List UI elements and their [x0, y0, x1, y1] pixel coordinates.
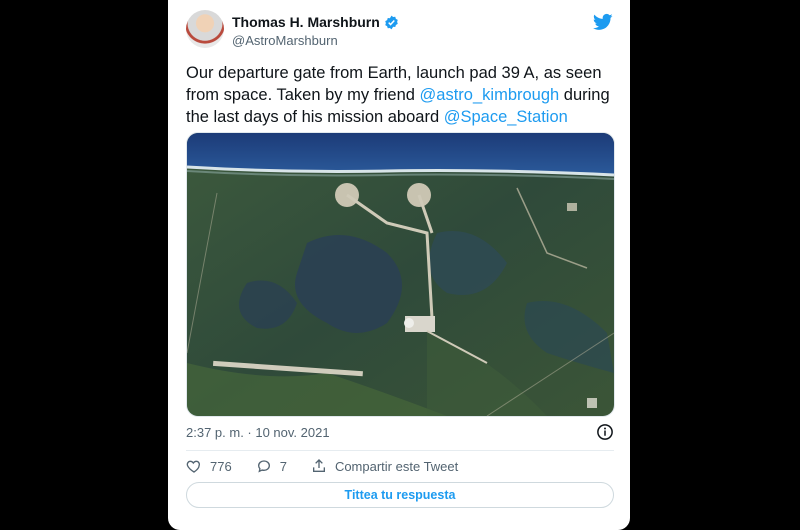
reply-count: 7: [279, 458, 287, 474]
reply-cta-button[interactable]: Tittea tu respuesta: [186, 482, 614, 508]
verified-badge-icon: [385, 15, 398, 29]
info-icon[interactable]: [596, 423, 614, 441]
tweet-photo[interactable]: [186, 132, 615, 417]
divider: [186, 450, 614, 451]
author-name[interactable]: Thomas H. Marshburn: [232, 14, 380, 30]
avatar[interactable]: [186, 10, 224, 48]
heart-icon: [186, 460, 200, 473]
tweet-card: Thomas H. Marshburn @AstroMarshburn Our …: [168, 0, 630, 530]
tweet-text: Our departure gate from Earth, launch pa…: [186, 62, 616, 128]
twitter-bird-icon[interactable]: [592, 12, 614, 32]
like-button[interactable]: 776: [186, 458, 232, 474]
share-icon: [312, 459, 325, 472]
share-label: Compartir este Tweet: [334, 458, 459, 474]
tweet-actions: 776 7 Compartir este Tweet: [186, 457, 482, 475]
author-handle[interactable]: @AstroMarshburn: [232, 33, 338, 48]
mention-space-station[interactable]: @Space_Station: [444, 108, 568, 126]
tweet-header: Thomas H. Marshburn @AstroMarshburn: [186, 10, 614, 52]
like-count: 776: [210, 458, 232, 474]
speech-bubble-icon: [257, 460, 270, 473]
mention-astro-kimbrough[interactable]: @astro_kimbrough: [420, 86, 560, 104]
reply-button[interactable]: 7: [256, 458, 287, 474]
tweet-timestamp[interactable]: 2:37 p. m. · 10 nov. 2021: [186, 425, 330, 440]
author-row: Thomas H. Marshburn: [232, 14, 399, 30]
share-button[interactable]: Compartir este Tweet: [311, 458, 458, 474]
